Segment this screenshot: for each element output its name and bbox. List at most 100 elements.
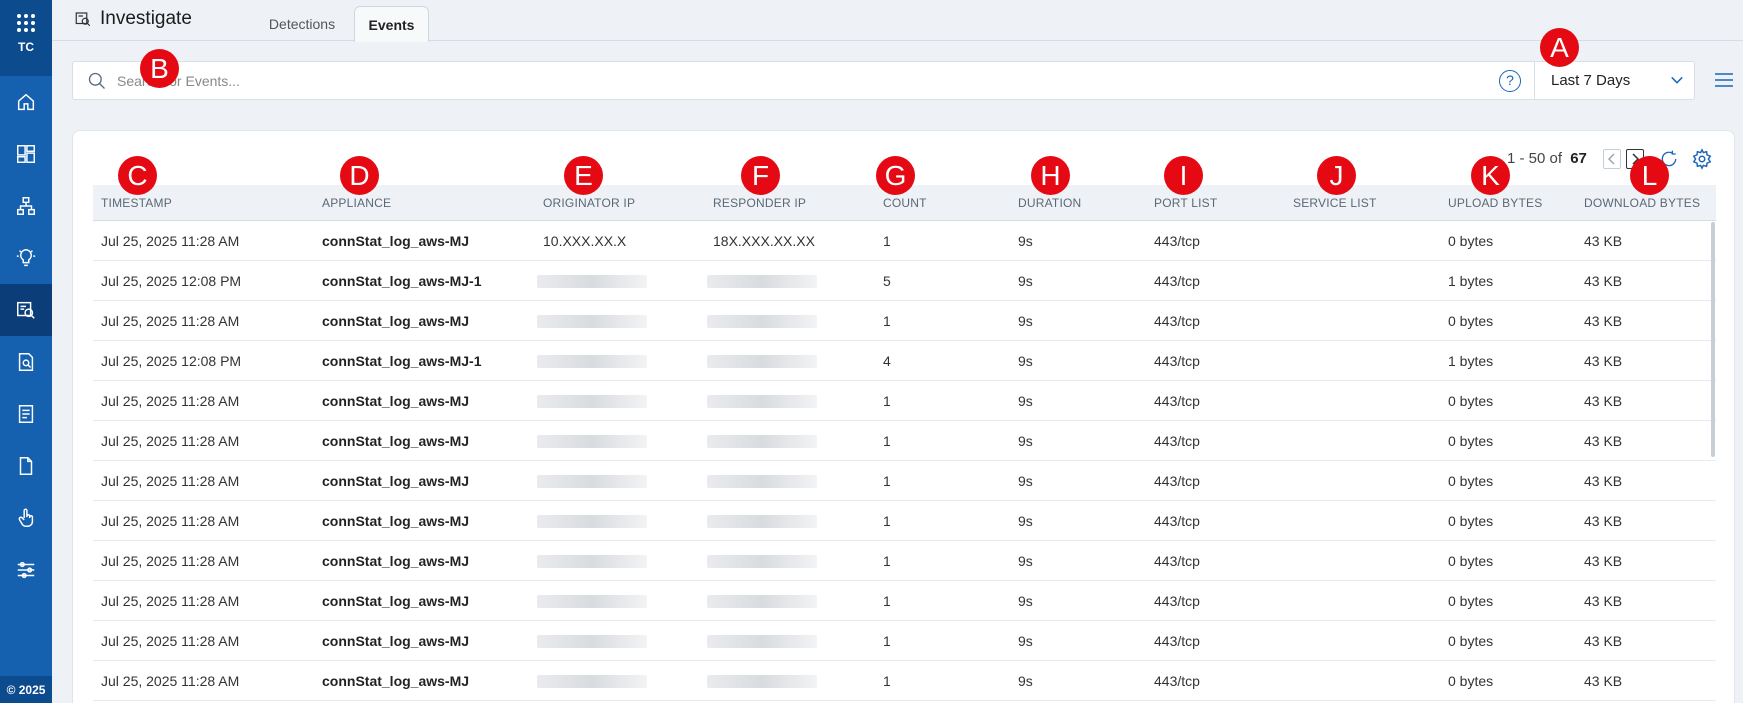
column-header-duration[interactable]: DURATION <box>1018 196 1081 210</box>
app-grid-icon[interactable] <box>17 14 35 32</box>
sidebar-item-network[interactable] <box>0 180 52 232</box>
cell-timestamp: Jul 25, 2025 11:28 AM <box>101 233 240 249</box>
cell-port-list: 443/tcp <box>1154 513 1200 529</box>
table-row[interactable]: Jul 25, 2025 12:08 PM connStat_log_aws-MJ… <box>93 261 1716 301</box>
cell-timestamp: Jul 25, 2025 12:08 PM <box>101 273 242 289</box>
table-row[interactable]: Jul 25, 2025 11:28 AM connStat_log_aws-MJ… <box>93 381 1716 421</box>
callout-marker: D <box>340 156 379 195</box>
cell-timestamp: Jul 25, 2025 11:28 AM <box>101 433 240 449</box>
sidebar-item-investigate[interactable] <box>0 284 52 336</box>
sidebar-item-reports[interactable] <box>0 336 52 388</box>
cell-download-bytes: 43 KB <box>1584 473 1623 489</box>
cell-download-bytes: 43 KB <box>1584 633 1623 649</box>
cell-duration: 9s <box>1018 273 1033 289</box>
cell-count: 1 <box>883 473 891 489</box>
cell-appliance: connStat_log_aws-MJ <box>322 433 470 449</box>
redacted-ip-blur <box>707 315 817 328</box>
table-row[interactable]: Jul 25, 2025 11:28 AM connStat_log_aws-MJ… <box>93 661 1716 701</box>
cell-appliance: connStat_log_aws-MJ <box>322 513 470 529</box>
pagination-range: 1 - 50 of <box>1507 150 1563 167</box>
table-row[interactable]: Jul 25, 2025 11:28 AM connStat_log_aws-MJ… <box>93 301 1716 341</box>
time-range-value: Last 7 Days <box>1551 72 1631 89</box>
settings-icon[interactable] <box>1691 148 1713 170</box>
redacted-ip-blur <box>707 635 817 648</box>
lightbulb-icon <box>16 249 36 267</box>
sidebar-item-home[interactable] <box>0 76 52 128</box>
column-header-originator-ip[interactable]: ORIGINATOR IP <box>543 196 635 210</box>
column-header-service-list[interactable]: SERVICE LIST <box>1293 196 1377 210</box>
table-row[interactable]: Jul 25, 2025 11:28 AM connStat_log_aws-MJ… <box>93 461 1716 501</box>
sliders-icon <box>17 561 35 579</box>
dashboard-icon <box>17 145 35 163</box>
sidebar: TC © 2025 <box>0 0 52 703</box>
cell-download-bytes: 43 KB <box>1584 593 1623 609</box>
column-header-timestamp[interactable]: TIMESTAMP <box>101 196 172 210</box>
cell-appliance: connStat_log_aws-MJ-1 <box>322 353 482 369</box>
cell-upload-bytes: 1 bytes <box>1448 273 1494 289</box>
redacted-ip-blur <box>707 275 817 288</box>
sidebar-item-files[interactable] <box>0 440 52 492</box>
cell-duration: 9s <box>1018 593 1033 609</box>
column-header-download-bytes[interactable]: DOWNLOAD BYTES <box>1584 196 1700 210</box>
home-icon <box>17 93 35 111</box>
sidebar-top: TC <box>0 0 52 76</box>
cell-upload-bytes: 0 bytes <box>1448 673 1494 689</box>
table-row[interactable]: Jul 25, 2025 11:28 AM connStat_log_aws-MJ… <box>93 501 1716 541</box>
cell-appliance: connStat_log_aws-MJ <box>322 553 470 569</box>
table-row[interactable]: Jul 25, 2025 11:28 AM connStat_log_aws-MJ… <box>93 621 1716 661</box>
sidebar-item-insights[interactable] <box>0 232 52 284</box>
menu-icon[interactable] <box>1714 71 1734 89</box>
cell-appliance: connStat_log_aws-MJ <box>322 393 470 409</box>
page-title-text: Investigate <box>100 8 192 29</box>
list-document-icon <box>18 405 34 423</box>
column-header-responder-ip[interactable]: RESPONDER IP <box>713 196 806 210</box>
cell-download-bytes: 43 KB <box>1584 553 1623 569</box>
cell-download-bytes: 43 KB <box>1584 433 1623 449</box>
cell-port-list: 443/tcp <box>1154 633 1200 649</box>
tab-events[interactable]: Events <box>354 6 429 42</box>
callout-marker: B <box>140 49 179 88</box>
cell-download-bytes: 43 KB <box>1584 673 1623 689</box>
sidebar-item-settings[interactable] <box>0 544 52 596</box>
redacted-ip-blur <box>707 395 817 408</box>
table-row[interactable]: Jul 25, 2025 11:28 AM connStat_log_aws-MJ… <box>93 581 1716 621</box>
search-input[interactable] <box>117 68 1117 94</box>
callout-marker: G <box>876 156 915 195</box>
table-row[interactable]: Jul 25, 2025 11:28 AM connStat_log_aws-MJ… <box>93 541 1716 581</box>
help-icon[interactable]: ? <box>1499 70 1521 92</box>
table-row[interactable]: Jul 25, 2025 11:28 AM connStat_log_aws-MJ… <box>93 221 1716 261</box>
cell-count: 1 <box>883 233 891 249</box>
cell-upload-bytes: 0 bytes <box>1448 593 1494 609</box>
cell-port-list: 443/tcp <box>1154 353 1200 369</box>
redacted-ip-blur <box>537 315 647 328</box>
column-header-upload-bytes[interactable]: UPLOAD BYTES <box>1448 196 1542 210</box>
table-row[interactable]: Jul 25, 2025 12:08 PM connStat_log_aws-MJ… <box>93 341 1716 381</box>
column-header-appliance[interactable]: APPLIANCE <box>322 196 391 210</box>
cell-download-bytes: 43 KB <box>1584 513 1623 529</box>
redacted-ip-blur <box>537 595 647 608</box>
search-icon <box>87 71 107 91</box>
cell-port-list: 443/tcp <box>1154 233 1200 249</box>
column-header-port-list[interactable]: PORT LIST <box>1154 196 1217 210</box>
cell-timestamp: Jul 25, 2025 11:28 AM <box>101 393 240 409</box>
table-row[interactable]: Jul 25, 2025 11:28 AM connStat_log_aws-MJ… <box>93 421 1716 461</box>
callout-marker: E <box>564 156 603 195</box>
sidebar-item-logs[interactable] <box>0 388 52 440</box>
investigate-icon <box>75 12 91 27</box>
cell-duration: 9s <box>1018 473 1033 489</box>
table-scrollbar[interactable] <box>1711 222 1715 457</box>
pagination-label: 1 - 50 of 67 <box>1507 150 1587 167</box>
redacted-ip-blur <box>707 355 817 368</box>
cell-download-bytes: 43 KB <box>1584 313 1623 329</box>
tab-detections[interactable]: Detections <box>247 6 357 42</box>
copyright: © 2025 <box>6 683 46 697</box>
column-header-count[interactable]: COUNT <box>883 196 927 210</box>
cell-download-bytes: 43 KB <box>1584 393 1623 409</box>
cell-port-list: 443/tcp <box>1154 673 1200 689</box>
sidebar-item-actions[interactable] <box>0 492 52 544</box>
redacted-ip-blur <box>707 435 817 448</box>
cell-duration: 9s <box>1018 233 1033 249</box>
prev-page-button[interactable] <box>1603 149 1621 169</box>
sidebar-item-dashboard[interactable] <box>0 128 52 180</box>
cell-duration: 9s <box>1018 553 1033 569</box>
